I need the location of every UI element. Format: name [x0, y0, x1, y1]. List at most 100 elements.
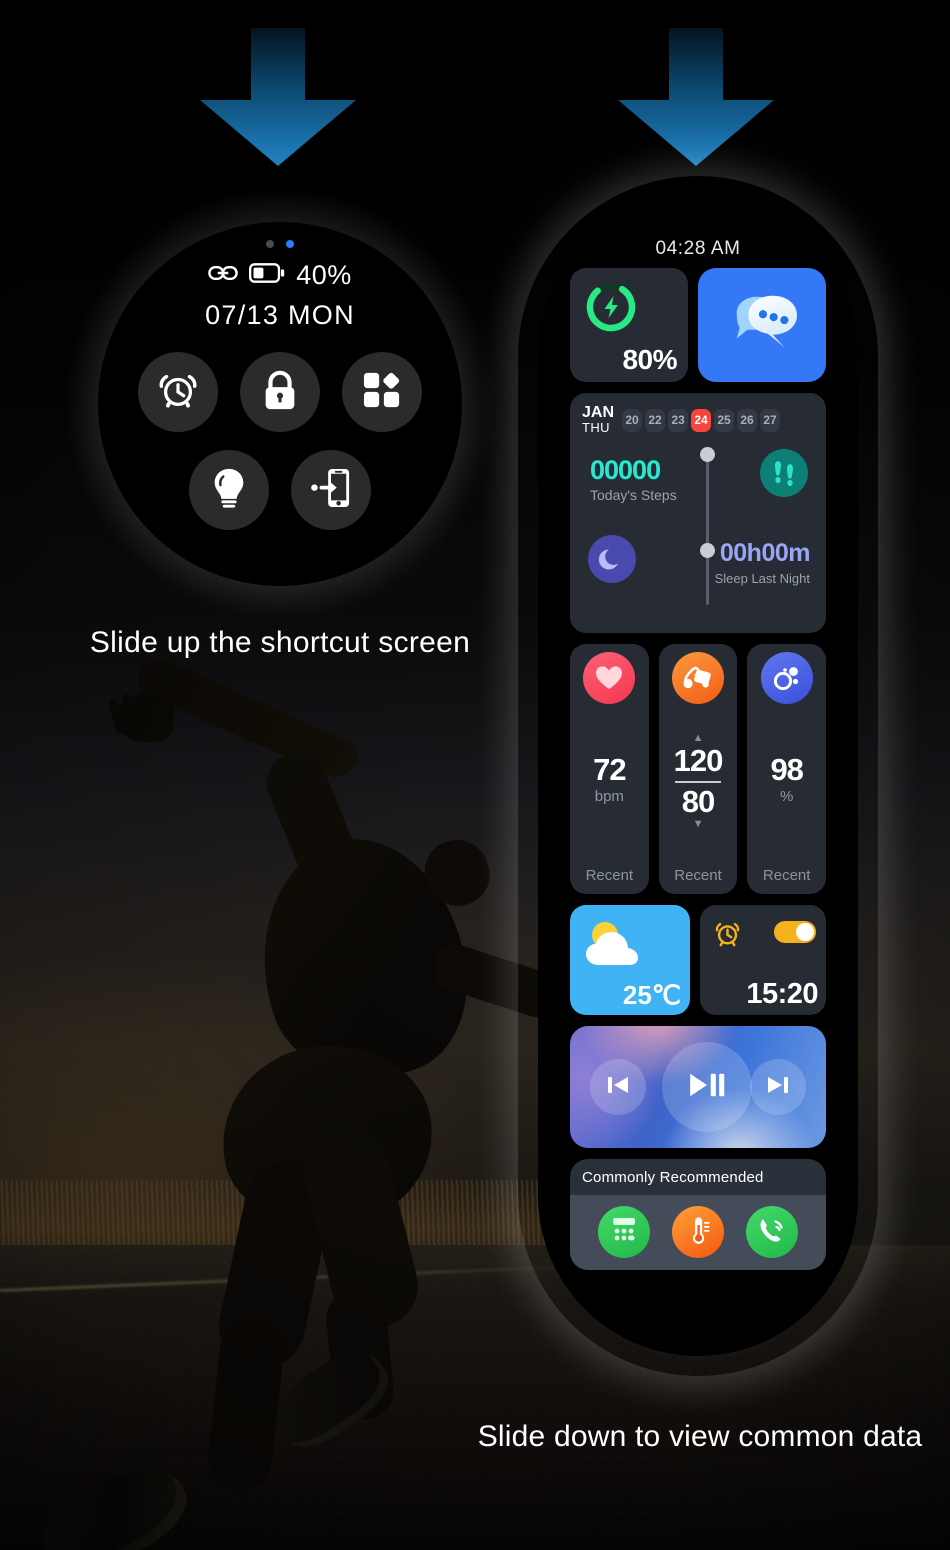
- moon-zzz-icon: z z: [588, 535, 636, 583]
- music-player-card[interactable]: [570, 1026, 826, 1148]
- battery-card[interactable]: 80%: [570, 268, 688, 382]
- pill-watch-time: 04:28 AM: [655, 238, 741, 259]
- heart-rate-footer: Recent: [585, 867, 634, 884]
- battery-icon: [249, 263, 285, 288]
- page-indicator-dots: [98, 240, 462, 248]
- caption-slide-up: Slide up the shortcut screen: [89, 626, 471, 659]
- lock-icon: [261, 369, 299, 416]
- shortcut-grid: [98, 352, 462, 548]
- status-row: 40%: [98, 260, 462, 291]
- alarm-clock-icon: [714, 919, 741, 952]
- bp-divider: [675, 781, 721, 783]
- calendar-month: JAN THU: [582, 405, 614, 436]
- alarm-shortcut[interactable]: [138, 352, 218, 432]
- activity-summary: 00000 Today's Steps z z 00h00m Sleep Las…: [582, 435, 814, 610]
- heart-rate-value: 72: [593, 752, 626, 787]
- calendar-days: 20 22 23 24 25 26 27: [622, 408, 781, 432]
- blood-pressure-footer: Recent: [674, 867, 722, 884]
- lightbulb-icon: [211, 467, 247, 514]
- blood-pressure-readout: ▲ 120 80 ▼: [673, 732, 724, 830]
- page-dot-1[interactable]: [266, 240, 274, 248]
- find-phone-shortcut[interactable]: [291, 450, 371, 530]
- next-track-icon: [766, 1074, 790, 1101]
- watch-date: 07/13 MON: [205, 300, 355, 330]
- calendar-day[interactable]: 20: [622, 408, 643, 432]
- spo2-value-group: 98 %: [770, 752, 803, 805]
- calendar-day[interactable]: 26: [737, 408, 758, 432]
- calendar-day[interactable]: 22: [645, 408, 666, 432]
- heart-rate-unit: bpm: [594, 788, 624, 805]
- caret-down-icon: ▼: [692, 818, 704, 830]
- weather-card[interactable]: 25℃: [570, 905, 690, 1015]
- phone-find-icon: [311, 467, 351, 514]
- lock-shortcut[interactable]: [240, 352, 320, 432]
- calculator-icon: [610, 1215, 638, 1250]
- blood-pressure-card[interactable]: ▲ 120 80 ▼ Recent: [658, 644, 738, 894]
- phone-app[interactable]: [746, 1206, 798, 1258]
- previous-track-button[interactable]: [590, 1059, 646, 1115]
- caret-up-icon: ▲: [692, 732, 704, 744]
- alarm-toggle[interactable]: [774, 921, 816, 943]
- battery-percent: 40%: [296, 260, 352, 290]
- blood-pressure-cuff-icon: [672, 652, 724, 704]
- calendar-day-selected[interactable]: 24: [691, 408, 712, 432]
- play-pause-button[interactable]: [662, 1042, 752, 1132]
- pill-watch-content: 80% JAN THU 20 22 23 24 25 26 27 00000 T…: [570, 268, 827, 1270]
- sleep-label: Sleep Last Night: [714, 571, 810, 586]
- systolic-value: 120: [673, 743, 724, 778]
- arrow-left: [198, 28, 358, 168]
- battery-card-value: 80%: [622, 344, 677, 375]
- activity-slider-knob-bottom[interactable]: [700, 543, 715, 558]
- next-track-button[interactable]: [750, 1059, 806, 1115]
- recommended-app-list: [570, 1195, 826, 1270]
- play-pause-icon: [688, 1071, 726, 1104]
- page-dot-2[interactable]: [286, 240, 294, 248]
- arrow-right: [616, 28, 776, 168]
- thermometer-app[interactable]: [672, 1206, 724, 1258]
- svg-text:z: z: [614, 559, 617, 565]
- shortcut-row-1: [98, 352, 462, 432]
- weather-alarm-row: 25℃ 15:20: [570, 905, 826, 1015]
- sun-cloud-icon: [581, 917, 653, 980]
- heart-rate-card[interactable]: 72 bpm Recent: [570, 644, 649, 894]
- message-card[interactable]: [698, 268, 826, 382]
- alarm-clock-icon: [157, 369, 199, 416]
- weather-temperature: 25℃: [622, 980, 681, 1010]
- calculator-app[interactable]: [598, 1206, 650, 1258]
- spo2-bubbles-icon: [760, 652, 813, 704]
- heart-rate-value-group: 72 bpm: [593, 752, 626, 805]
- round-watch-screen[interactable]: 40% 07/13 MON: [98, 222, 462, 586]
- round-watch-device: 40% 07/13 MON: [56, 180, 504, 628]
- alarm-card[interactable]: 15:20: [700, 905, 826, 1015]
- caption-slide-down: Slide down to view common data: [477, 1420, 923, 1453]
- recommended-card[interactable]: Commonly Recommended: [570, 1159, 826, 1270]
- phone-call-icon: [757, 1215, 787, 1250]
- calendar-day[interactable]: 27: [760, 408, 781, 432]
- calendar-weekday-text: THU: [582, 420, 610, 435]
- blood-oxygen-card[interactable]: 98 % Recent: [747, 644, 827, 894]
- spo2-footer: Recent: [762, 867, 811, 884]
- calendar-activity-card[interactable]: JAN THU 20 22 23 24 25 26 27 00000 Today…: [570, 393, 826, 633]
- diastolic-value: 80: [681, 784, 715, 819]
- calendar-day[interactable]: 25: [714, 408, 735, 432]
- toggle-knob: [796, 923, 814, 941]
- steps-value: 00000: [590, 455, 661, 485]
- sleep-value: 00h00m: [719, 539, 811, 567]
- health-metrics-row: 72 bpm Recent ▲ 120 80 ▼ Recent 98 % Rec…: [570, 644, 827, 894]
- spo2-value: 98: [770, 752, 803, 787]
- product-marketing-screenshot: 40% 07/13 MON Slide up the shortcut scre…: [0, 0, 950, 1550]
- activity-slider-knob-top[interactable]: [700, 447, 715, 462]
- steps-label: Today's Steps: [590, 487, 677, 503]
- pill-watch-screen[interactable]: 04:28 AM 80% JAN THU 20 22 23 24 25 26 2…: [538, 196, 858, 1356]
- flashlight-shortcut[interactable]: [189, 450, 269, 530]
- calendar-day[interactable]: 23: [668, 408, 689, 432]
- activity-slider-track[interactable]: [706, 453, 709, 605]
- apps-grid-icon: [363, 371, 401, 414]
- pill-watch-device: 04:28 AM 80% JAN THU 20 22 23 24 25 26 2…: [504, 162, 892, 1390]
- thermometer-icon: [684, 1214, 712, 1251]
- shortcut-row-2: [98, 450, 462, 530]
- footprints-icon: [760, 449, 808, 497]
- alarm-time: 15:20: [746, 978, 818, 1010]
- calendar-header: JAN THU 20 22 23 24 25 26 27: [582, 405, 814, 435]
- apps-shortcut[interactable]: [342, 352, 422, 432]
